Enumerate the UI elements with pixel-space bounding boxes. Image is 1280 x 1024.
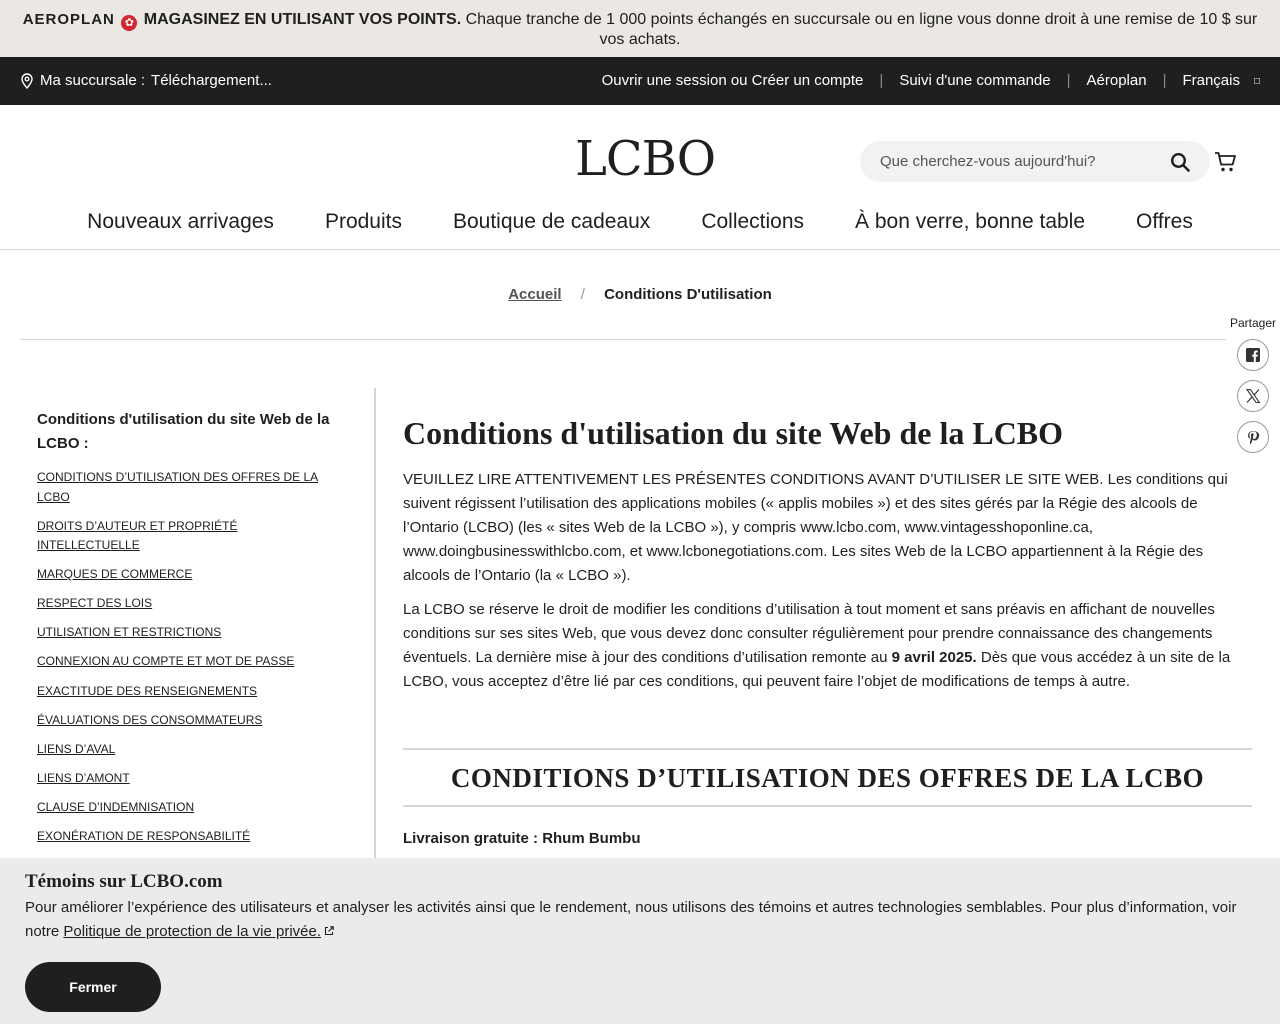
location-pin-icon bbox=[21, 72, 33, 89]
toc-link[interactable]: ÉVALUATIONS DES CONSOMMATEURS bbox=[37, 711, 338, 731]
section-title: CONDITIONS D’UTILISATION DES OFFRES DE L… bbox=[450, 763, 1205, 793]
sidebar-toc: Conditions d'utilisation du site Web de … bbox=[20, 388, 376, 858]
divider: | bbox=[1066, 72, 1071, 89]
divider: | bbox=[879, 72, 884, 89]
nav-collections[interactable]: Collections bbox=[676, 210, 830, 234]
aeroplan-link[interactable]: Aéroplan bbox=[1087, 72, 1147, 89]
toc-link[interactable]: LIENS D’AVAL bbox=[37, 740, 338, 760]
promo-headline: MAGASINEZ EN UTILISANT VOS POINTS. bbox=[143, 11, 462, 28]
maple-leaf-icon: ✿ bbox=[121, 15, 138, 31]
breadcrumb: Accueil / Conditions D'utilisation bbox=[0, 286, 1280, 303]
section-header: CONDITIONS D’UTILISATION DES OFFRES DE L… bbox=[403, 748, 1252, 807]
cookie-banner: Témoins sur LCBO.com Pour améliorer l’ex… bbox=[0, 858, 1280, 1024]
toc-link[interactable]: EXACTITUDE DES RENSEIGNEMENTS bbox=[37, 682, 338, 702]
toc-link[interactable]: CONDITIONS D’UTILISATION DES OFFRES DE L… bbox=[37, 468, 338, 507]
toc-link[interactable]: CLAUSE D’INDEMNISATION bbox=[37, 798, 338, 818]
my-store[interactable]: Ma succursale : Téléchargement... bbox=[20, 72, 272, 89]
nav-products[interactable]: Produits bbox=[299, 210, 427, 234]
divider: | bbox=[1162, 72, 1167, 89]
utility-links: Ouvrir une session ou Créer un compte | … bbox=[602, 72, 1260, 89]
search-bar bbox=[860, 141, 1210, 182]
toc-link[interactable]: EXONÉRATION DE RESPONSABILITÉ bbox=[37, 827, 338, 847]
breadcrumb-current: Conditions D'utilisation bbox=[604, 286, 772, 303]
nav-new-arrivals[interactable]: Nouveaux arrivages bbox=[62, 210, 300, 234]
store-value: Téléchargement... bbox=[151, 72, 272, 89]
facebook-icon bbox=[1246, 348, 1260, 362]
order-tracking-link[interactable]: Suivi d'une commande bbox=[899, 72, 1050, 89]
close-button[interactable]: Fermer bbox=[25, 962, 161, 1012]
language-icon bbox=[1254, 77, 1260, 84]
cookie-text-block: Pour améliorer l’expérience des utilisat… bbox=[25, 896, 1255, 944]
aeroplan-logo: AEROPLAN bbox=[22, 11, 115, 28]
search-icon[interactable] bbox=[1170, 152, 1190, 172]
store-label: Ma succursale : bbox=[40, 72, 146, 89]
utility-bar: Ma succursale : Téléchargement... Ouvrir… bbox=[0, 57, 1280, 105]
breadcrumb-separator: / bbox=[580, 286, 585, 303]
sidebar-title: Conditions d'utilisation du site Web de … bbox=[37, 411, 330, 452]
main-content: Conditions d'utilisation du site Web de … bbox=[403, 412, 1253, 704]
share-label: Partager bbox=[1229, 316, 1277, 330]
site-header: LCBO Nouveaux arrivages Produits Boutiqu… bbox=[0, 105, 1280, 250]
nav-food-drink[interactable]: À bon verre, bonne table bbox=[830, 210, 1111, 234]
x-icon bbox=[1245, 388, 1261, 404]
toc-link[interactable]: DROITS D’AUTEUR ET PROPRIÉTÉ INTELLECTUE… bbox=[37, 517, 338, 556]
toc-link[interactable]: UTILISATION ET RESTRICTIONS bbox=[37, 623, 338, 643]
page-title: Conditions d'utilisation du site Web de … bbox=[403, 415, 1064, 451]
promo-text: Chaque tranche de 1 000 points échangés … bbox=[465, 11, 1258, 48]
sign-in-link[interactable]: Ouvrir une session ou Créer un compte bbox=[602, 72, 864, 89]
language-link[interactable]: Français bbox=[1182, 72, 1240, 89]
breadcrumb-home[interactable]: Accueil bbox=[508, 286, 561, 303]
update-paragraph: La LCBO se réserve le droit de modifier … bbox=[403, 598, 1253, 694]
privacy-policy-link[interactable]: Politique de protection de la vie privée… bbox=[63, 923, 321, 940]
free-shipping-heading: Livraison gratuite : Rhum Bumbu bbox=[403, 830, 641, 847]
toc-link[interactable]: CONNEXION AU COMPTE ET MOT DE PASSE bbox=[37, 652, 338, 672]
cookie-title: Témoins sur LCBO.com bbox=[25, 871, 223, 892]
lcbo-logo[interactable]: LCBO bbox=[575, 131, 716, 187]
main-nav: Nouveaux arrivages Produits Boutique de … bbox=[0, 210, 1280, 234]
promo-banner: AEROPLAN ✿ MAGASINEZ EN UTILISANT VOS PO… bbox=[0, 0, 1280, 57]
toc-link[interactable]: LIENS D’AMONT bbox=[37, 769, 338, 789]
facebook-share-button[interactable] bbox=[1237, 339, 1269, 371]
x-share-button[interactable] bbox=[1237, 380, 1269, 412]
nav-gift-shop[interactable]: Boutique de cadeaux bbox=[427, 210, 675, 234]
nav-offers[interactable]: Offres bbox=[1111, 210, 1219, 234]
toc-link[interactable]: MARQUES DE COMMERCE bbox=[37, 565, 338, 585]
toc-link[interactable]: RESPECT DES LOIS bbox=[37, 594, 338, 614]
external-link-icon bbox=[324, 926, 334, 936]
intro-paragraph: VEUILLEZ LIRE ATTENTIVEMENT LES PRÉSENTE… bbox=[403, 471, 1228, 584]
update-date: 9 avril 2025. bbox=[891, 649, 977, 666]
cart-icon[interactable] bbox=[1214, 151, 1238, 173]
search-input[interactable] bbox=[880, 141, 1160, 182]
divider bbox=[20, 339, 1226, 340]
